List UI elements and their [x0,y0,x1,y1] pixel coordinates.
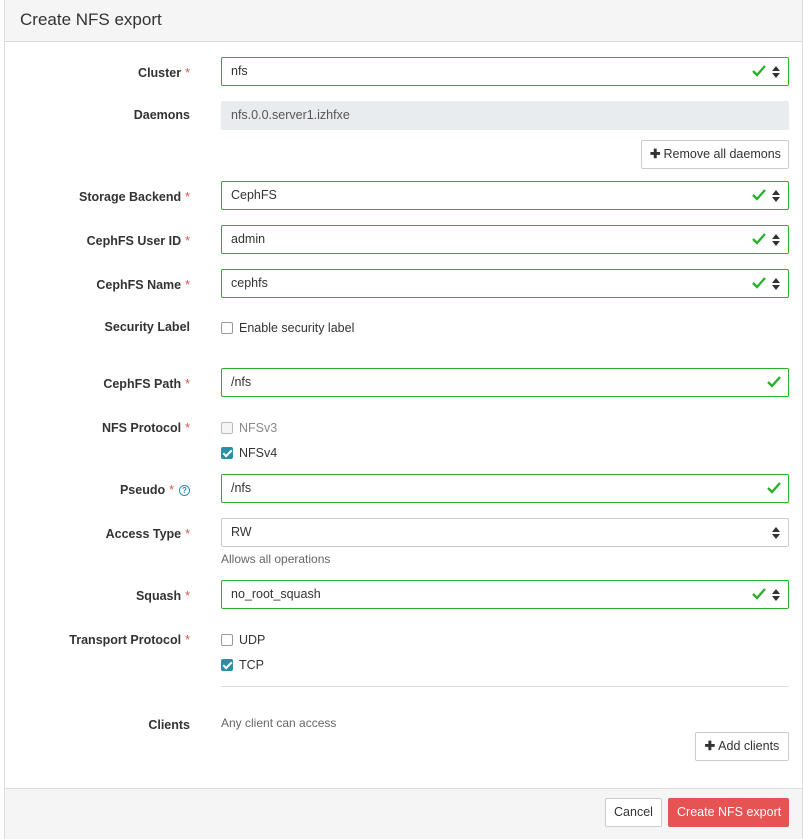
access-type-help: Allows all operations [221,552,331,566]
nfsv4-checkbox[interactable]: NFSv4 [221,446,277,460]
remove-all-daemons-button[interactable]: ✚ Remove all daemons [641,140,789,169]
cephfs-name-select[interactable]: cephfs [221,269,789,298]
create-nfs-export-button[interactable]: Create NFS export [668,798,789,827]
checkbox[interactable] [221,422,233,434]
add-clients-button[interactable]: ✚ Add clients [695,732,789,761]
security-label-label: Security Label [104,320,190,334]
nfs-protocol-label: NFS Protocol * [101,421,190,435]
cephfs-user-id-label: CephFS User ID * [86,234,190,248]
create-nfs-export-panel: Create NFS export Cluster * nfs Daemons n… [4,0,803,839]
page-title: Create NFS export [20,10,162,29]
cephfs-name-label: CephFS Name * [96,278,190,292]
plus-icon: ✚ [650,147,661,161]
divider [221,686,789,687]
daemons-field: nfs.0.0.server1.izhfxe [221,101,789,130]
pseudo-input[interactable]: /nfs [221,474,789,503]
select-arrows-icon [772,278,780,290]
squash-label: Squash * [135,589,190,603]
access-type-select[interactable]: RW [221,518,789,547]
pseudo-label: Pseudo *? [120,483,190,497]
access-type-label: Access Type * [105,527,190,541]
valid-check-icon [767,482,781,494]
valid-check-icon [767,376,781,388]
select-arrows-icon [772,589,780,601]
valid-check-icon [752,233,766,245]
checkbox[interactable] [221,634,233,646]
cluster-select[interactable]: nfs [221,57,789,86]
cluster-label: Cluster * [138,66,190,80]
select-arrows-icon [772,527,780,539]
tcp-checkbox[interactable]: TCP [221,658,264,672]
transport-protocol-label: Transport Protocol * [69,633,190,647]
form-footer: Cancel Create NFS export [5,788,802,839]
select-arrows-icon [772,190,780,202]
squash-select[interactable]: no_root_squash [221,580,789,609]
question-circle-icon[interactable]: ? [179,485,190,496]
cancel-button[interactable]: Cancel [605,798,662,827]
plus-icon: ✚ [704,739,716,753]
clients-text: Any client can access [221,716,337,730]
clients-label: Clients [148,718,190,732]
storage-backend-label: Storage Backend * [79,190,190,204]
cephfs-path-label: CephFS Path * [103,377,190,391]
cephfs-path-input[interactable]: /nfs [221,368,789,397]
valid-check-icon [752,189,766,201]
panel-header: Create NFS export [5,0,802,42]
checkbox[interactable] [221,322,233,334]
valid-check-icon [752,588,766,600]
valid-check-icon [752,65,766,77]
cephfs-user-id-select[interactable]: admin [221,225,789,254]
udp-checkbox[interactable]: UDP [221,633,265,647]
storage-backend-select[interactable]: CephFS [221,181,789,210]
valid-check-icon [752,277,766,289]
checkbox[interactable] [221,659,233,671]
enable-security-label-checkbox[interactable]: Enable security label [221,321,354,335]
select-arrows-icon [772,234,780,246]
checkbox[interactable] [221,447,233,459]
daemons-label: Daemons [133,108,190,122]
select-arrows-icon [772,66,780,78]
nfsv3-checkbox[interactable]: NFSv3 [221,421,277,435]
